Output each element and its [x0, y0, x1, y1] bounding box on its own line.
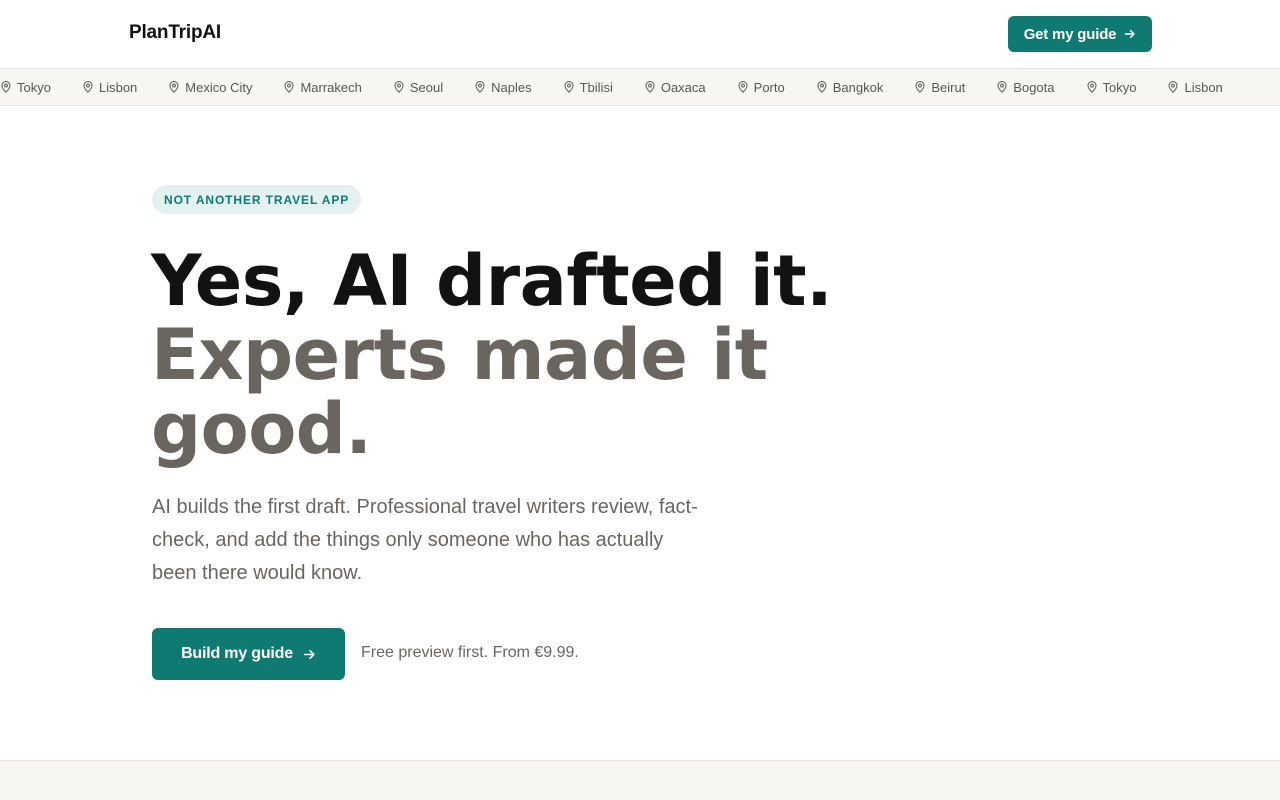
ticker-city-label: Tokyo: [17, 79, 51, 95]
ticker-city-item: Marrakech: [284, 79, 362, 95]
ticker-city-item: Beirut: [915, 80, 965, 95]
next-section: [0, 760, 1280, 800]
ticker-city-item: Naples: [475, 79, 532, 95]
ticker-city-label: Beirut: [931, 79, 966, 95]
hero-description: AI builds the first draft. Professional …: [152, 496, 698, 584]
headline-line-2: Experts made it good.: [151, 314, 768, 470]
build-guide-button[interactable]: Build my guide: [152, 628, 345, 680]
ticker-city-label: Tbilisi: [579, 79, 613, 95]
hero-badge: NOT ANOTHER TRAVEL APP: [152, 185, 362, 214]
ticker-city-label: Porto: [753, 79, 785, 95]
ticker-city-item: Lisbon: [83, 80, 137, 95]
hero-headline: Yes, AI drafted it. Experts made it good…: [151, 244, 871, 466]
map-pin-icon: [1086, 81, 1097, 93]
ticker-city-item: Mexico City: [169, 80, 252, 95]
ticker-city-item: Oaxaca: [645, 80, 706, 95]
ticker-city-label: Lisbon: [98, 79, 138, 95]
map-pin-icon: [394, 81, 404, 93]
map-pin-icon: [817, 81, 827, 93]
map-pin-icon: [83, 81, 93, 93]
map-pin-icon: [475, 81, 485, 93]
city-ticker: Tokyo Lisbon Mexico City Marrakech Seoul Napl…: [0, 68, 1280, 106]
ticker-city-item: Tbilisi: [564, 80, 613, 95]
ticker-city-label: Naples: [491, 79, 532, 95]
city-ticker-track: Tokyo Lisbon Mexico City Marrakech Seoul Napl…: [1, 69, 1255, 105]
ticker-city-item: Tokyo: [1086, 79, 1137, 95]
ticker-city-item: Seoul: [394, 80, 443, 95]
ticker-city-label: Lisbon: [1184, 79, 1223, 95]
map-pin-icon: [738, 81, 748, 93]
ticker-city-item: Bangkok: [817, 79, 884, 95]
price-note: Free preview first. From €9.99.: [361, 644, 579, 661]
ticker-city-label: Mexico City: [185, 79, 253, 95]
map-pin-icon: [645, 81, 655, 93]
site-header: PlanTripAI Get my guide: [0, 0, 1280, 69]
arrow-right-icon: [1125, 29, 1136, 39]
ticker-city-item: Tokyo: [1, 80, 51, 95]
ticker-city-label: Bangkok: [832, 79, 884, 95]
build-guide-button-label: Build my guide: [181, 645, 293, 662]
ticker-city-label: Bogota: [1013, 79, 1055, 95]
logo[interactable]: PlanTripAI: [129, 22, 221, 44]
map-pin-icon: [564, 81, 574, 93]
ticker-city-item: Lisbon: [1168, 79, 1223, 95]
ticker-city-item: Porto: [738, 80, 785, 95]
map-pin-icon: [1168, 81, 1179, 93]
arrow-right-icon: [303, 649, 315, 659]
map-pin-icon: [1, 81, 11, 93]
map-pin-icon: [915, 81, 925, 93]
get-guide-button[interactable]: Get my guide: [1008, 16, 1152, 52]
ticker-city-label: Marrakech: [300, 79, 362, 95]
ticker-city-label: Oaxaca: [660, 79, 706, 95]
get-guide-button-label: Get my guide: [1023, 25, 1117, 43]
headline-line-1: Yes, AI drafted it.: [151, 240, 833, 322]
ticker-city-item: Bogota: [997, 79, 1055, 95]
map-pin-icon: [284, 81, 295, 93]
map-pin-icon: [169, 81, 179, 93]
map-pin-icon: [997, 81, 1007, 93]
ticker-city-label: Seoul: [409, 79, 444, 95]
ticker-city-label: Tokyo: [1102, 79, 1137, 95]
